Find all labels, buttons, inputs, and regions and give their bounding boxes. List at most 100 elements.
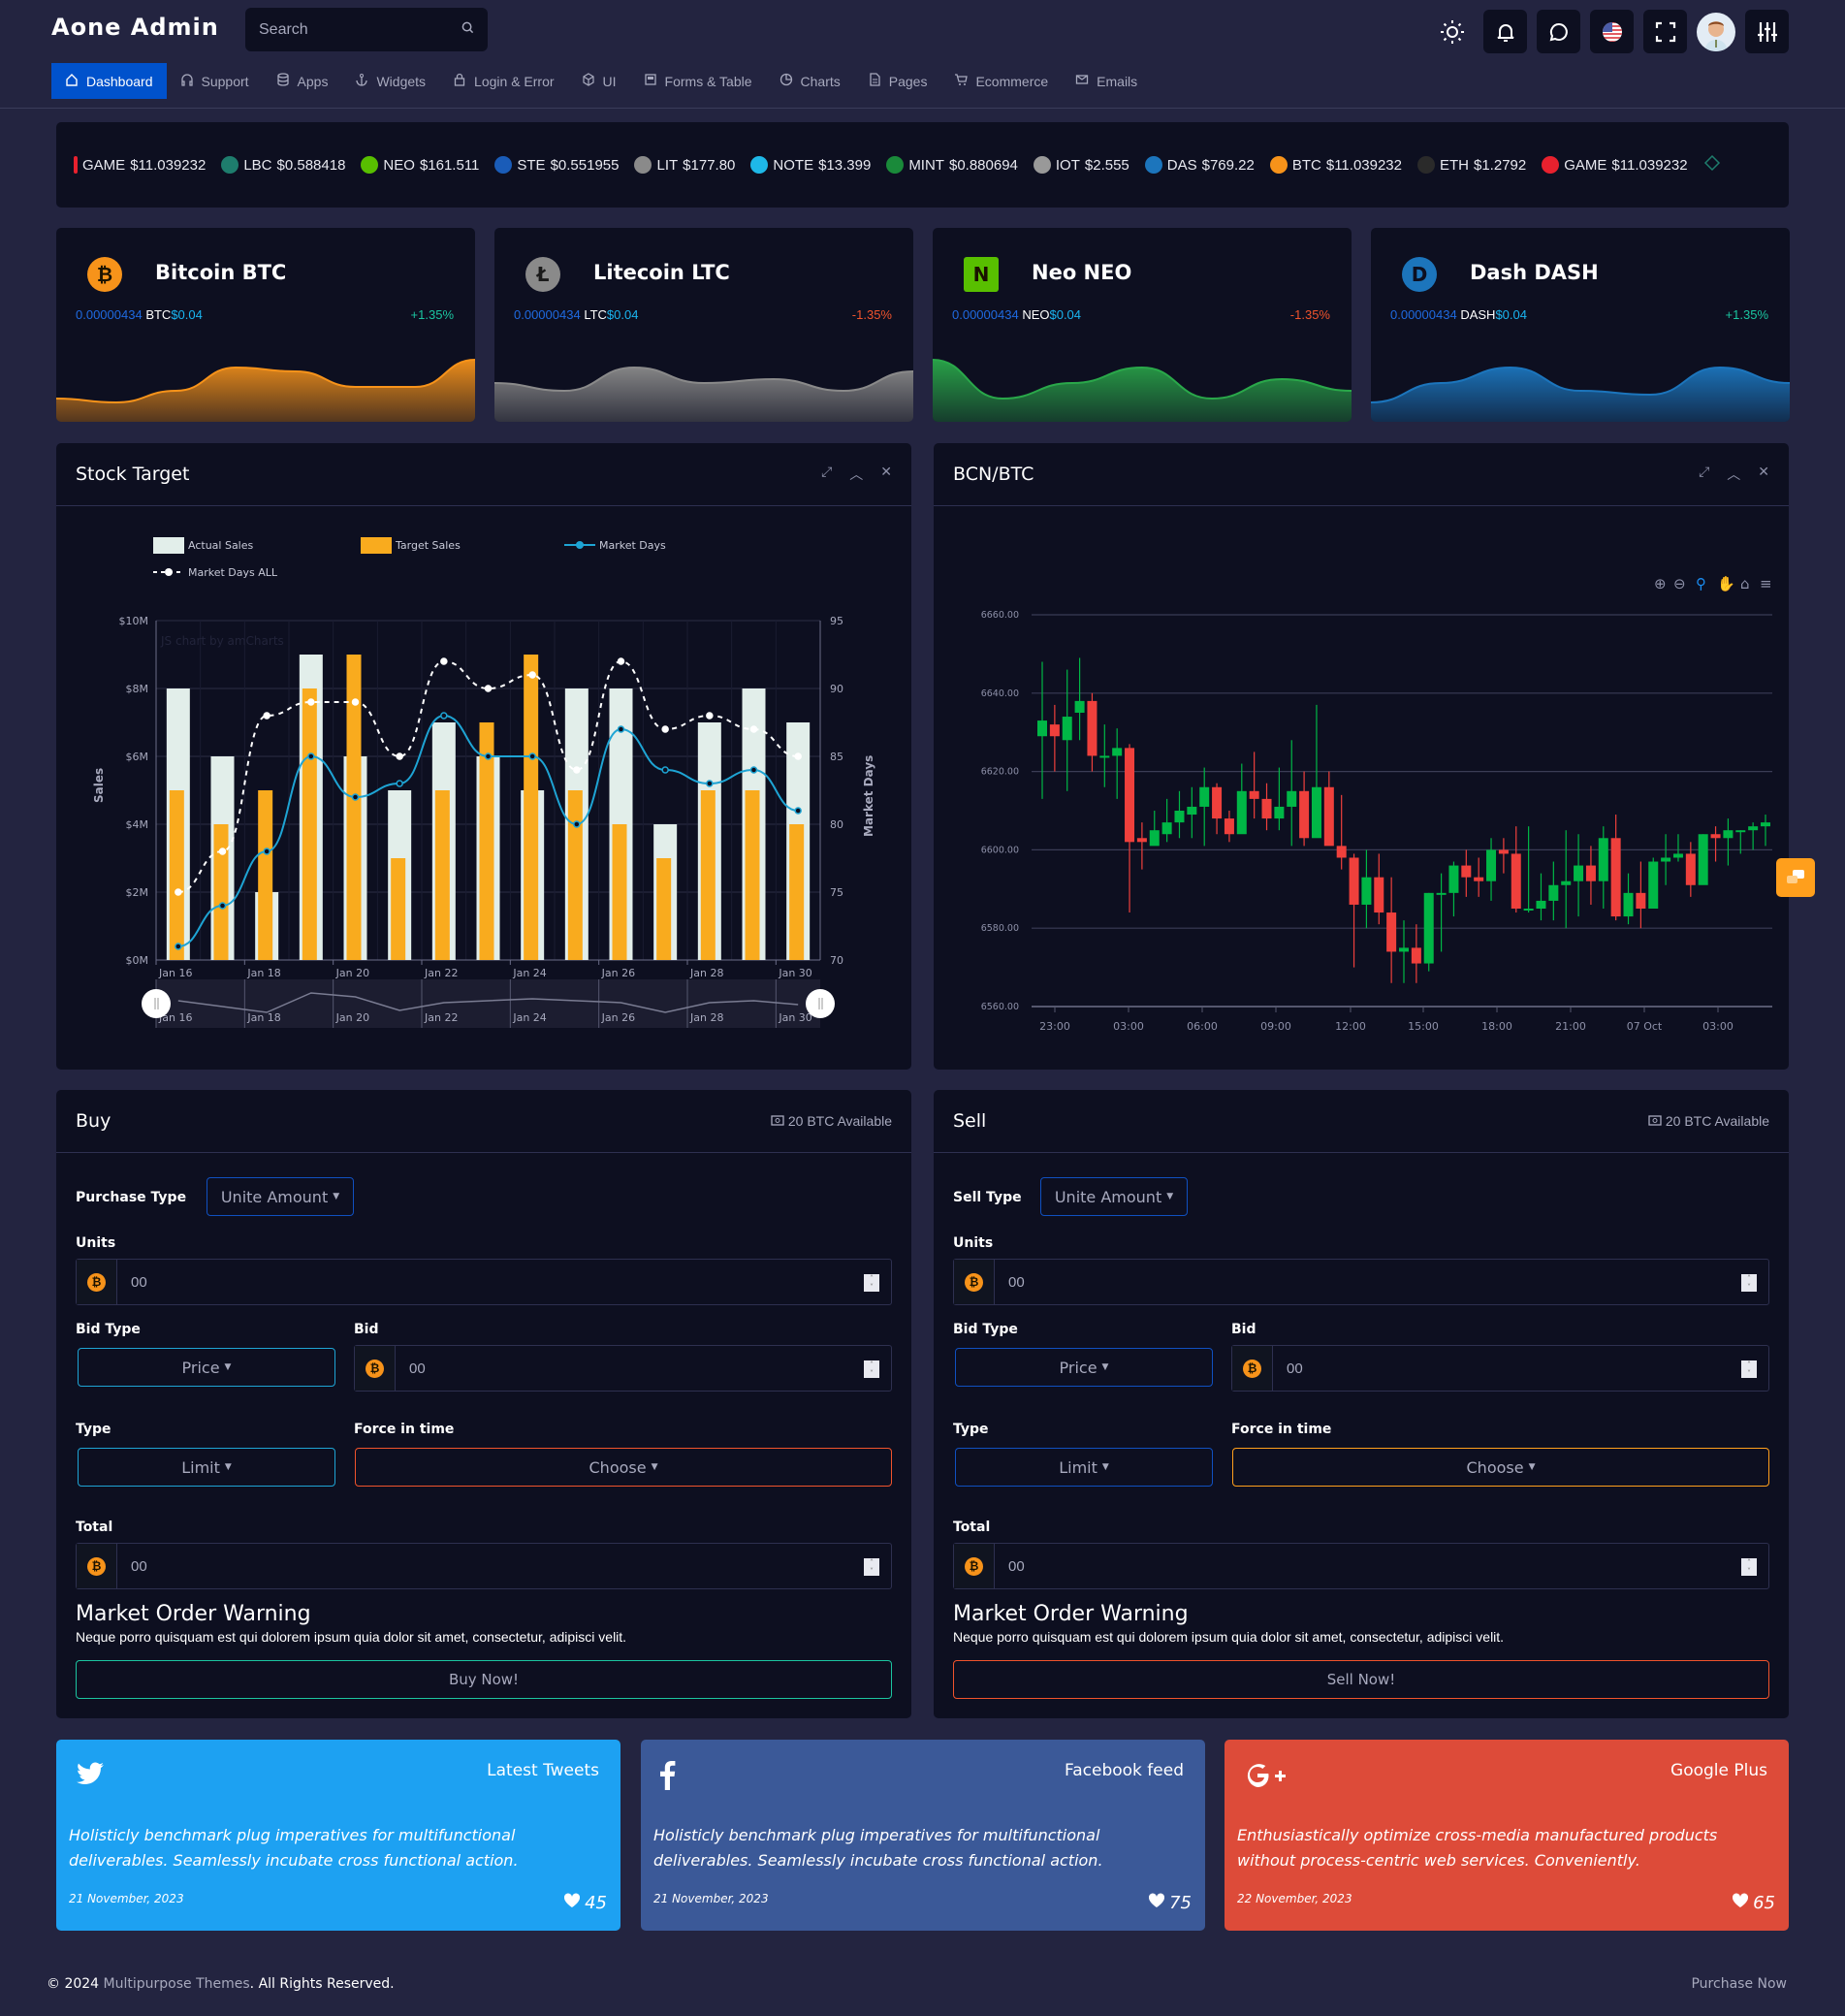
force-in-time-dropdown[interactable]: Choose ▼: [1232, 1448, 1769, 1487]
ticker-item[interactable]: ETH $1.2792: [1417, 156, 1526, 174]
bid-type-dropdown[interactable]: Price ▼: [955, 1348, 1213, 1387]
search-input[interactable]: [259, 20, 433, 39]
candle: [1399, 920, 1409, 983]
collapse-chevron-icon[interactable]: ︿: [849, 464, 863, 484]
units-field-input[interactable]: [995, 1260, 1741, 1304]
purchase-type-dropdown[interactable]: Unite Amount ▼: [207, 1177, 354, 1216]
ticker-item[interactable]: STE $0.551955: [494, 156, 619, 174]
menu-icon[interactable]: ≡: [1760, 575, 1772, 592]
nav-item-support[interactable]: Support: [167, 63, 263, 99]
ticker-item[interactable]: LBC $0.588418: [221, 156, 345, 174]
number-spinner[interactable]: ˄ ˅: [864, 1274, 879, 1292]
coin-card-ltc[interactable]: Ł Litecoin LTC 0.00000434 LTC$0.04 -1.35%: [494, 228, 913, 422]
x-tick-label: 09:00: [1260, 1020, 1291, 1033]
panel-title: Sell: [953, 1110, 987, 1132]
units-field: ₿ ˄˅: [953, 1259, 1769, 1305]
line-point: [661, 766, 669, 774]
nav-item-ui[interactable]: UI: [568, 63, 630, 99]
nav-item-apps[interactable]: Apps: [263, 63, 342, 99]
units-field-input[interactable]: [117, 1260, 864, 1304]
number-spinner[interactable]: ˄ ˅: [864, 1360, 879, 1378]
number-spinner[interactable]: ˄ ˅: [1741, 1274, 1757, 1292]
total-field-input[interactable]: [995, 1544, 1741, 1588]
nav-item-ecommerce[interactable]: Ecommerce: [940, 63, 1062, 99]
order-type-dropdown[interactable]: Limit ▼: [955, 1448, 1213, 1487]
close-icon[interactable]: ✕: [1758, 464, 1769, 484]
footer-brand-link[interactable]: Multipurpose Themes: [104, 1976, 250, 1992]
line-point: [396, 752, 403, 760]
messages-chat-icon[interactable]: [1537, 10, 1580, 53]
candle: [1274, 767, 1285, 831]
ticker-item[interactable]: LIT $177.80: [634, 156, 735, 174]
zoom-in-icon[interactable]: ⊕: [1654, 575, 1667, 592]
sell-now-button[interactable]: Sell Now!: [953, 1660, 1769, 1699]
nav-item-pages[interactable]: Pages: [854, 63, 941, 99]
number-spinner[interactable]: ˄ ˅: [864, 1558, 879, 1576]
google-plus-icon: [1244, 1761, 1287, 1798]
like-count[interactable]: 65: [1732, 1893, 1775, 1913]
buy-now-button[interactable]: Buy Now!: [76, 1660, 892, 1699]
candle: [1498, 838, 1509, 874]
ticker-item[interactable]: MINT $0.880694: [886, 156, 1018, 174]
number-spinner[interactable]: ˄ ˅: [1741, 1360, 1757, 1378]
bid-field-input[interactable]: [396, 1346, 864, 1391]
zoom-out-icon[interactable]: ⊖: [1673, 575, 1686, 592]
home-icon[interactable]: ⌂: [1740, 575, 1750, 592]
search-icon[interactable]: [461, 21, 474, 38]
coin-card-btc[interactable]: ₿ Bitcoin BTC 0.00000434 BTC$0.04 +1.35%: [56, 228, 475, 422]
nav-item-dashboard[interactable]: Dashboard: [51, 63, 167, 99]
coin-card-neo[interactable]: N Neo NEO 0.00000434 NEO$0.04 -1.35%: [933, 228, 1352, 422]
game-coin-icon: [74, 156, 78, 174]
nav-item-forms-table[interactable]: Forms & Table: [630, 63, 766, 99]
scrollbar-left-handle[interactable]: [142, 989, 171, 1018]
purchase-now-link[interactable]: Purchase Now: [1691, 1976, 1787, 1992]
language-us-flag-icon[interactable]: [1590, 10, 1634, 53]
app-logo[interactable]: Aone Admin: [51, 14, 219, 41]
ticker-item[interactable]: GAME $11.039232: [1542, 156, 1688, 174]
nav-item-login-error[interactable]: Login & Error: [439, 63, 567, 99]
ticker-item[interactable]: GAME $11.039232: [74, 156, 206, 174]
ticker-item[interactable]: IOT $2.555: [1033, 156, 1129, 174]
nav-item-charts[interactable]: Charts: [766, 63, 854, 99]
number-spinner[interactable]: ˄ ˅: [1741, 1558, 1757, 1576]
force-in-time-dropdown[interactable]: Choose ▼: [355, 1448, 892, 1487]
scrollbar-right-handle[interactable]: [806, 989, 835, 1018]
candle: [1636, 861, 1646, 929]
ticker-item[interactable]: NEO $161.511: [361, 156, 479, 174]
candle: [1161, 798, 1172, 843]
line-point: [440, 657, 448, 665]
y2-tick-label: 80: [830, 818, 843, 831]
close-icon[interactable]: ✕: [880, 464, 892, 484]
expand-icon[interactable]: ⤢: [821, 464, 832, 484]
candle: [1748, 822, 1759, 850]
social-card-twitter[interactable]: Latest Tweets Holisticly benchmark plug i…: [56, 1740, 620, 1931]
nav-item-emails[interactable]: Emails: [1062, 63, 1151, 99]
ticker-item[interactable]: NOTE $13.399: [750, 156, 871, 174]
candle: [1112, 728, 1123, 799]
total-field-input[interactable]: [117, 1544, 864, 1588]
zoom-select-icon[interactable]: ⚲: [1696, 575, 1706, 592]
coin-card-dash[interactable]: D Dash DASH 0.00000434 DASH$0.04 +1.35%: [1371, 228, 1790, 422]
bid-type-dropdown[interactable]: Price ▼: [78, 1348, 335, 1387]
candle: [1287, 740, 1297, 847]
social-card-google-plus[interactable]: Google Plus Enthusiastically optimize cro…: [1225, 1740, 1789, 1931]
social-card-facebook[interactable]: Facebook feed Holisticly benchmark plug i…: [641, 1740, 1205, 1931]
floating-chat-button[interactable]: [1776, 858, 1815, 897]
user-avatar[interactable]: [1697, 12, 1735, 51]
like-count[interactable]: 75: [1148, 1893, 1192, 1913]
notifications-bell-icon[interactable]: [1483, 10, 1527, 53]
purchase-type-dropdown[interactable]: Unite Amount ▼: [1040, 1177, 1188, 1216]
nav-item-widgets[interactable]: Widgets: [341, 63, 439, 99]
settings-sliders-icon[interactable]: [1745, 10, 1789, 53]
collapse-chevron-icon[interactable]: ︿: [1727, 464, 1740, 484]
fullscreen-icon[interactable]: [1643, 10, 1687, 53]
ticker-item[interactable]: BTC $11.039232: [1269, 156, 1402, 174]
theme-toggle-sun-icon[interactable]: [1430, 10, 1474, 53]
expand-icon[interactable]: ⤢: [1699, 464, 1709, 484]
order-type-dropdown[interactable]: Limit ▼: [78, 1448, 335, 1487]
bid-field-input[interactable]: [1273, 1346, 1741, 1391]
line-point: [749, 725, 758, 733]
pan-hand-icon[interactable]: ✋: [1717, 575, 1735, 592]
like-count[interactable]: 45: [563, 1893, 607, 1913]
ticker-item[interactable]: DAS $769.22: [1144, 156, 1255, 174]
